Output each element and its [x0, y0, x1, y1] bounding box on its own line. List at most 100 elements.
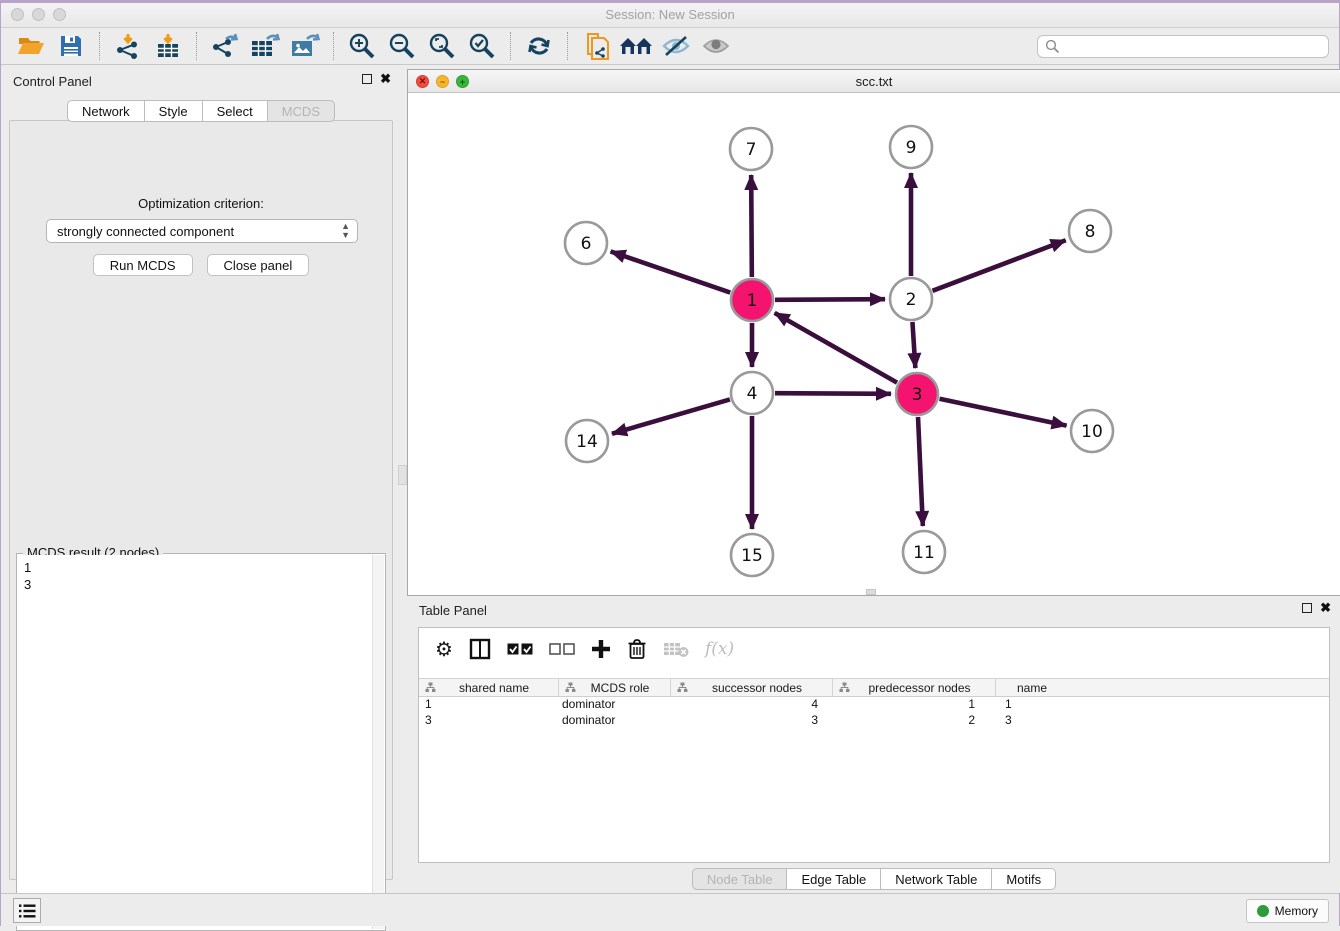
- splitter-handle[interactable]: [398, 465, 407, 485]
- delete-column-button[interactable]: [627, 634, 647, 664]
- function-builder-button[interactable]: f(x): [705, 634, 734, 664]
- table-cell[interactable]: 2: [832, 713, 995, 729]
- tab-network[interactable]: Network: [67, 100, 145, 122]
- eye-icon: [701, 35, 731, 57]
- network-canvas[interactable]: 7968124314101511: [408, 93, 1340, 595]
- control-panel-title: Control Panel: [13, 74, 92, 89]
- network-window-titlebar[interactable]: ✕ − + scc.txt: [408, 70, 1340, 93]
- table-cell[interactable]: dominator: [558, 713, 670, 729]
- column-header-label: successor nodes: [694, 681, 832, 695]
- graph-node-label-7: 7: [746, 140, 757, 160]
- criterion-select[interactable]: strongly connected component ▲▼: [46, 219, 358, 243]
- column-header-MCDS-role[interactable]: MCDS role: [558, 679, 670, 696]
- tab-mcds[interactable]: MCDS: [268, 100, 335, 122]
- toolbar-separator: [567, 32, 568, 60]
- mcds-panel: Optimization criterion: strongly connect…: [9, 120, 393, 880]
- show-columns-button[interactable]: [469, 634, 491, 664]
- float-panel-icon[interactable]: [362, 74, 372, 84]
- table-cell[interactable]: 1: [419, 697, 558, 713]
- graph-edge-2-8[interactable]: [933, 240, 1066, 291]
- graph-node-label-14: 14: [576, 432, 598, 452]
- memory-label: Memory: [1275, 904, 1318, 918]
- graph-edge-3-11[interactable]: [918, 417, 923, 526]
- float-table-panel-icon[interactable]: [1302, 603, 1312, 613]
- close-panel-button[interactable]: Close panel: [207, 254, 310, 276]
- graph-node-label-15: 15: [741, 546, 763, 566]
- plus-icon: [591, 639, 611, 659]
- graph-edge-3-10[interactable]: [940, 399, 1067, 426]
- table-row[interactable]: 3dominator323: [419, 713, 1329, 729]
- search-input[interactable]: [1037, 35, 1329, 58]
- tab-motifs[interactable]: Motifs: [992, 868, 1056, 890]
- table-cell[interactable]: 3: [670, 713, 832, 729]
- delete-table-icon: [663, 640, 689, 658]
- column-header-shared-name[interactable]: shared name: [419, 679, 558, 696]
- graph-edge-1-7[interactable]: [751, 175, 752, 277]
- tab-node-table[interactable]: Node Table: [692, 868, 788, 890]
- graph-edge-1-6[interactable]: [611, 251, 731, 292]
- add-column-button[interactable]: [591, 634, 611, 664]
- status-bar: Memory: [1, 893, 1339, 926]
- export-network-button[interactable]: [205, 31, 245, 61]
- table-cell[interactable]: 1: [995, 697, 1080, 713]
- gear-icon: ⚙: [435, 637, 453, 662]
- tab-style[interactable]: Style: [145, 100, 203, 122]
- table-cell[interactable]: 4: [670, 697, 832, 713]
- save-session-button[interactable]: [51, 31, 91, 61]
- tab-network-table[interactable]: Network Table: [881, 868, 992, 890]
- export-table-button[interactable]: [245, 31, 285, 61]
- zoom-in-button[interactable]: [342, 31, 382, 61]
- close-table-panel-icon[interactable]: ✖: [1320, 603, 1331, 613]
- result-scrollbar[interactable]: [372, 555, 384, 929]
- graph-edge-1-2[interactable]: [775, 299, 885, 300]
- table-cell[interactable]: 1: [832, 697, 995, 713]
- canvas-splitter-grip[interactable]: [866, 589, 876, 595]
- criterion-select-value: strongly connected component: [57, 224, 234, 239]
- close-panel-icon[interactable]: ✖: [380, 74, 391, 84]
- column-settings-button[interactable]: ⚙: [435, 634, 453, 664]
- zoom-out-button[interactable]: [382, 31, 422, 61]
- table-row[interactable]: 1dominator411: [419, 697, 1329, 713]
- column-header-successor-nodes[interactable]: successor nodes: [670, 679, 832, 696]
- graph-edge-3-1[interactable]: [775, 313, 897, 383]
- refresh-layout-button[interactable]: [519, 31, 559, 61]
- search-icon: [1045, 39, 1060, 54]
- table-cell[interactable]: 3: [995, 713, 1080, 729]
- export-image-icon: [290, 33, 320, 59]
- table-cell[interactable]: dominator: [558, 697, 670, 713]
- tab-edge-table[interactable]: Edge Table: [787, 868, 881, 890]
- graph-edge-4-3[interactable]: [775, 393, 891, 394]
- delete-table-button[interactable]: [663, 634, 689, 664]
- node-table-rows: 1dominator4113dominator323: [419, 697, 1329, 729]
- fx-icon: f(x): [705, 639, 734, 659]
- hide-selected-button[interactable]: [656, 31, 696, 61]
- zoom-fit-button[interactable]: [422, 31, 462, 61]
- toolbar-separator: [196, 32, 197, 60]
- network-document-icon: [583, 32, 609, 60]
- run-mcds-button[interactable]: Run MCDS: [93, 254, 193, 276]
- deselect-all-rows-button[interactable]: [549, 634, 575, 664]
- table-cell[interactable]: 3: [419, 713, 558, 729]
- table-panel-header: Table Panel ✖: [407, 600, 1340, 622]
- clone-network-button[interactable]: [576, 31, 616, 61]
- task-history-button[interactable]: [13, 898, 41, 923]
- graph-edge-4-14[interactable]: [612, 399, 730, 433]
- first-neighbors-button[interactable]: [616, 31, 656, 61]
- show-all-button[interactable]: [696, 31, 736, 61]
- graph-node-label-9: 9: [906, 138, 917, 158]
- memory-button[interactable]: Memory: [1246, 899, 1329, 923]
- zoom-selected-button[interactable]: [462, 31, 502, 61]
- graph-edge-2-3[interactable]: [912, 322, 915, 368]
- import-network-button[interactable]: [108, 31, 148, 61]
- tree-icon: [677, 682, 688, 693]
- graph-node-label-6: 6: [581, 234, 592, 254]
- column-header-predecessor-nodes[interactable]: predecessor nodes: [832, 679, 995, 696]
- table-panel: Table Panel ✖ ⚙: [407, 596, 1340, 893]
- select-chevrons-icon: ▲▼: [341, 222, 350, 240]
- export-image-button[interactable]: [285, 31, 325, 61]
- select-all-rows-button[interactable]: [507, 634, 533, 664]
- tab-select[interactable]: Select: [203, 100, 268, 122]
- open-session-button[interactable]: [11, 31, 51, 61]
- import-table-button[interactable]: [148, 31, 188, 61]
- column-header-name[interactable]: name: [995, 679, 1080, 696]
